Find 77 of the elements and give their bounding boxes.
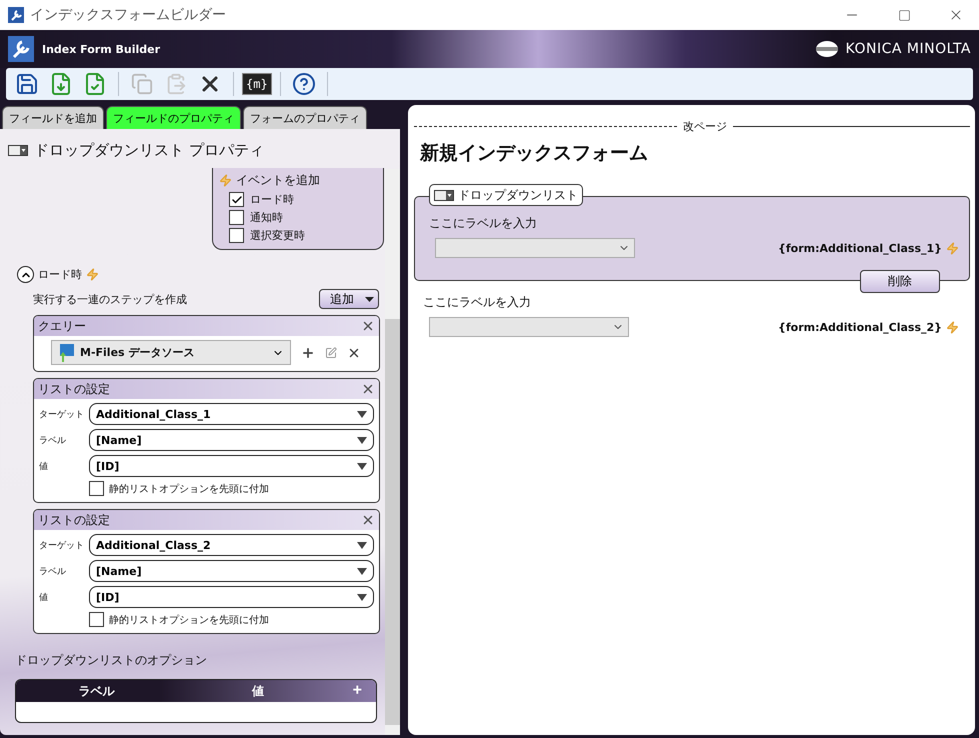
section-title: ロード時 [38, 267, 82, 282]
binding-text: {form:Additional_Class_2} [778, 320, 942, 334]
select-field[interactable]: [ID] [89, 586, 374, 608]
caret-icon [357, 436, 367, 444]
field-label: ラベル [39, 566, 67, 578]
select-field[interactable]: [Name] [89, 560, 374, 582]
dropdown-icon [434, 190, 454, 200]
tab[interactable]: フォームのプロパティ [243, 106, 367, 129]
caret-icon [357, 594, 367, 600]
checkbox-label: 通知時 [250, 210, 283, 225]
checkbox-label: 静的リストオプションを先頭に付加 [109, 482, 269, 496]
add-icon[interactable] [301, 346, 315, 360]
datasource-select[interactable]: M-Files データソース [51, 340, 291, 365]
scrollbar[interactable] [385, 169, 400, 735]
select-field[interactable]: Additional_Class_1 [89, 403, 374, 425]
checkbox[interactable] [229, 210, 244, 225]
select-field[interactable]: [ID] [89, 455, 374, 477]
close-icon[interactable] [361, 382, 375, 396]
variables-button[interactable]: {m} [242, 73, 272, 95]
globe-logo-icon [816, 41, 838, 57]
tab[interactable]: フィールドのプロパティ [106, 106, 241, 129]
card-title: リストの設定 [38, 512, 110, 528]
add-button[interactable]: + [338, 682, 376, 700]
select-field[interactable]: Additional_Class_2 [89, 534, 374, 556]
section-title: イベントを追加 [236, 172, 320, 189]
card-title: クエリー [38, 318, 86, 334]
field-label: ターゲット [39, 408, 85, 420]
field-label: ここにラベルを入力 [429, 215, 538, 232]
checkbox-label: 選択変更時 [250, 228, 305, 243]
checkbox-label: 静的リストオプションを先頭に付加 [109, 614, 269, 626]
lightning-icon [219, 174, 232, 187]
checkbox-label: ロード時 [250, 192, 294, 207]
form-title: 新規インデックスフォーム [420, 141, 649, 166]
page-break-label: 改ページ [683, 119, 728, 134]
field-label: 値 [39, 592, 49, 604]
panel-title: ドロップダウンリスト プロパティ [34, 141, 264, 160]
checkbox[interactable] [229, 228, 244, 243]
caret-icon [365, 296, 374, 302]
edit-icon[interactable] [325, 346, 337, 358]
tab[interactable]: フィールドを追加 [2, 106, 104, 129]
wrench-icon [8, 36, 34, 62]
section-title: ドロップダウンリストのオプション [15, 652, 208, 669]
datasource-icon [58, 344, 74, 362]
wrench-icon [8, 7, 24, 23]
caret-icon [357, 410, 367, 418]
dropdown-icon [8, 145, 28, 156]
brand-name: KONICA MINOLTA [846, 41, 971, 57]
dropdown-field[interactable] [435, 238, 635, 258]
add-button[interactable]: 追加 [319, 289, 379, 309]
window-title: インデックスフォームビルダー [30, 6, 227, 24]
checkbox[interactable] [89, 481, 104, 496]
app-name: Index Form Builder [42, 42, 162, 56]
card-title: リストの設定 [38, 380, 110, 398]
caret-icon [357, 568, 367, 574]
field-label: ターゲット [39, 540, 85, 552]
checkbox[interactable] [229, 192, 244, 207]
field-label: ラベル [39, 434, 67, 446]
select-field[interactable]: [Name] [89, 429, 374, 451]
field-type-badge: ドロップダウンリスト [429, 184, 583, 206]
column-header: ラベル [78, 682, 116, 700]
collapse-toggle[interactable] [17, 266, 34, 283]
field-label: ここにラベルを入力 [423, 294, 532, 311]
close-icon[interactable] [361, 513, 375, 527]
dropdown-field[interactable] [429, 317, 629, 337]
lightning-icon [946, 242, 959, 254]
maximize-icon[interactable] [898, 8, 910, 22]
lightning-icon [86, 268, 99, 281]
checkbox[interactable] [89, 612, 104, 627]
close-icon[interactable] [361, 319, 375, 333]
column-header: 値 [250, 682, 265, 700]
caret-icon [357, 542, 367, 548]
caret-icon [357, 462, 367, 470]
delete-button[interactable]: 削除 [860, 270, 940, 293]
lightning-icon [946, 320, 959, 334]
field-label: 値 [39, 460, 49, 472]
instruction-text: 実行する一連のステップを作成 [33, 292, 187, 306]
binding-text: {form:Additional_Class_1} [778, 242, 942, 254]
